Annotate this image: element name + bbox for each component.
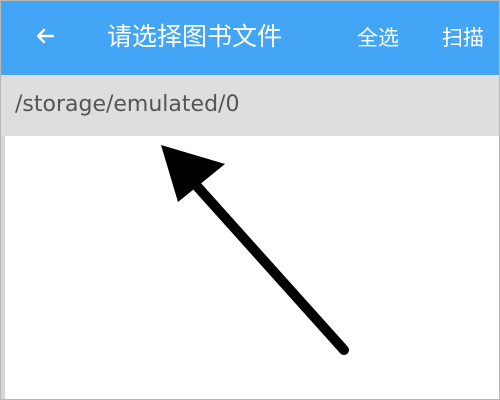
page-title: 请选择图书文件 bbox=[107, 22, 283, 51]
file-list-area bbox=[5, 136, 499, 399]
select-all-button[interactable]: 全选 bbox=[357, 23, 399, 53]
current-path-bar: /storage/emulated/0 bbox=[1, 75, 499, 136]
app-header: 请选择图书文件 全选 扫描 bbox=[1, 1, 499, 75]
current-path-text: /storage/emulated/0 bbox=[15, 92, 240, 117]
app-screen: 请选择图书文件 全选 扫描 /storage/emulated/0 bbox=[0, 0, 500, 400]
back-button[interactable] bbox=[27, 18, 63, 54]
scan-button[interactable]: 扫描 bbox=[442, 23, 484, 53]
arrow-left-icon bbox=[36, 28, 55, 44]
